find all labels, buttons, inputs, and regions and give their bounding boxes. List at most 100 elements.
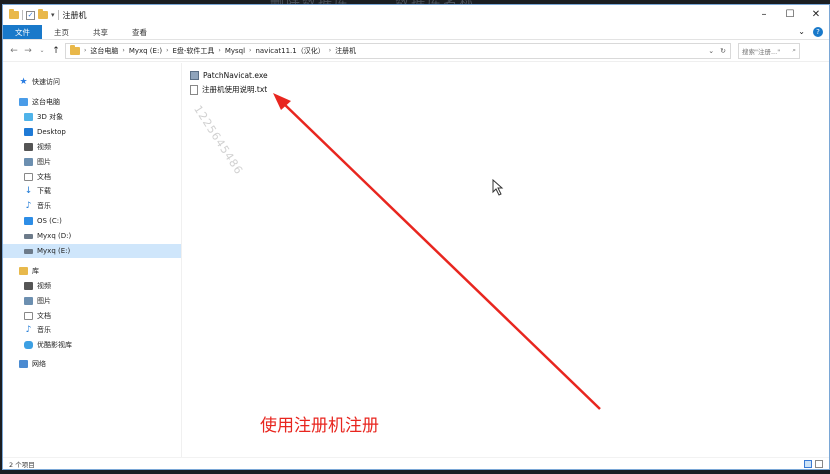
breadcrumb-this-pc[interactable]: 这台电脑 xyxy=(90,46,118,56)
folder-icon xyxy=(70,44,80,55)
annotation-caption: 使用注册机注册 xyxy=(260,416,379,436)
nav-lib-videos[interactable]: 视频 xyxy=(3,279,181,293)
drive-icon xyxy=(24,248,33,254)
nav-label: 优酷影视库 xyxy=(37,341,72,349)
nav-drive-d[interactable]: Myxq (D:) xyxy=(3,229,181,243)
nav-3d-objects[interactable]: 3D 对象 xyxy=(3,110,181,124)
nav-label: 这台电脑 xyxy=(32,98,60,106)
maximize-button[interactable]: ☐ xyxy=(777,5,803,25)
nav-pictures[interactable]: 图片 xyxy=(3,155,181,169)
search-input[interactable]: 搜索"注册..." ⌕ xyxy=(738,42,800,59)
breadcrumb-keygen[interactable]: 注册机 xyxy=(335,46,356,56)
new-folder-icon[interactable] xyxy=(38,9,48,19)
nav-youku-library[interactable]: 优酷影视库 xyxy=(3,338,181,352)
breadcrumb-software-tools[interactable]: E盘-软件工具 xyxy=(172,46,214,56)
expand-ribbon-icon[interactable]: ⌄ xyxy=(798,27,805,37)
view-toggles xyxy=(804,460,823,468)
breadcrumb-separator-icon[interactable]: › xyxy=(84,47,86,54)
document-icon xyxy=(24,173,33,181)
nav-label: 音乐 xyxy=(37,326,51,334)
refresh-icon[interactable]: ↻ xyxy=(720,44,726,58)
breadcrumb-drive-e[interactable]: Myxq (E:) xyxy=(129,47,162,55)
download-icon: ↓ xyxy=(24,186,33,196)
address-bar-controls: ⌄ ↻ xyxy=(708,44,726,58)
back-arrow-icon[interactable]: ← xyxy=(9,46,19,56)
nav-label: 视频 xyxy=(37,282,51,290)
mouse-cursor-icon xyxy=(492,179,504,196)
nav-label: 网络 xyxy=(32,360,46,368)
properties-icon[interactable]: ✓ xyxy=(26,10,35,20)
divider xyxy=(57,10,59,20)
nav-quick-access[interactable]: ★ 快速访问 xyxy=(3,75,181,89)
nav-lib-music[interactable]: ♪ 音乐 xyxy=(3,323,181,337)
nav-music[interactable]: ♪ 音乐 xyxy=(3,199,181,213)
document-icon xyxy=(24,312,33,320)
folder-icon xyxy=(9,9,19,19)
picture-icon xyxy=(24,158,33,166)
nav-drive-e[interactable]: Myxq (E:) xyxy=(3,244,181,258)
window-title: 注册机 xyxy=(62,10,87,20)
minimize-button[interactable]: – xyxy=(751,5,777,25)
tab-file[interactable]: 文件 xyxy=(3,25,42,39)
breadcrumb-mysql[interactable]: Mysql xyxy=(225,47,245,55)
divider xyxy=(22,10,23,20)
annotation-arrow xyxy=(273,93,601,410)
recent-locations-icon[interactable]: ⌄ xyxy=(37,47,47,54)
nav-lib-documents[interactable]: 文档 xyxy=(3,309,181,323)
network-icon xyxy=(19,360,28,368)
3d-objects-icon xyxy=(24,113,33,121)
close-button[interactable]: ✕ xyxy=(803,5,829,25)
address-bar[interactable]: › 这台电脑 › Myxq (E:) › E盘-软件工具 › Mysql › n… xyxy=(65,42,731,59)
navigation-pane: ★ 快速访问 这台电脑 3D 对象 Desktop 视频 图片 文档 ↓ 下载 … xyxy=(3,63,181,457)
file-list: PatchNavicat.exe 注册机使用说明.txt 1225645486 … xyxy=(181,63,829,457)
nav-label: 图片 xyxy=(37,297,51,305)
tab-view[interactable]: 查看 xyxy=(120,25,159,39)
breadcrumb-navicat[interactable]: navicat11.1（汉化） xyxy=(255,46,324,56)
status-bar: 2 个项目 xyxy=(3,457,829,470)
nav-videos[interactable]: 视频 xyxy=(3,140,181,154)
nav-label: 3D 对象 xyxy=(37,113,64,121)
arrow-line xyxy=(282,102,601,410)
nav-drive-c[interactable]: OS (C:) xyxy=(3,214,181,228)
nav-downloads[interactable]: ↓ 下载 xyxy=(3,184,181,198)
tab-home[interactable]: 主页 xyxy=(42,25,81,39)
title-bar: ✓ ▾ 注册机 – ☐ ✕ xyxy=(3,5,829,25)
youku-library-icon xyxy=(24,341,33,349)
nav-this-pc[interactable]: 这台电脑 xyxy=(3,95,181,109)
tab-share[interactable]: 共享 xyxy=(81,25,120,39)
search-placeholder: 搜索"注册..." xyxy=(742,47,781,56)
nav-lib-pictures[interactable]: 图片 xyxy=(3,294,181,308)
nav-label: OS (C:) xyxy=(37,217,62,225)
nav-label: Myxq (E:) xyxy=(37,247,71,255)
help-icon[interactable]: ? xyxy=(813,27,823,37)
customize-toolbar-icon[interactable]: ▾ xyxy=(51,11,55,19)
video-icon xyxy=(24,143,33,151)
nav-documents[interactable]: 文档 xyxy=(3,170,181,184)
forward-arrow-icon[interactable]: → xyxy=(23,46,33,56)
nav-libraries[interactable]: 库 xyxy=(3,264,181,278)
music-icon: ♪ xyxy=(25,325,32,335)
nav-label: 文档 xyxy=(37,173,51,181)
music-icon: ♪ xyxy=(25,201,32,211)
details-view-icon[interactable] xyxy=(804,460,812,468)
quick-access-toolbar: ✓ ▾ xyxy=(3,9,59,20)
large-icons-view-icon[interactable] xyxy=(815,460,823,468)
address-row: ← → ⌄ ↑ › 这台电脑 › Myxq (E:) › E盘-软件工具 › M… xyxy=(3,40,829,62)
breadcrumb-separator-icon[interactable]: › xyxy=(122,47,124,54)
nav-desktop[interactable]: Desktop xyxy=(3,125,181,139)
nav-label: Desktop xyxy=(37,128,66,136)
address-dropdown-icon[interactable]: ⌄ xyxy=(708,44,714,58)
nav-label: 视频 xyxy=(37,143,51,151)
breadcrumb-separator-icon[interactable]: › xyxy=(329,47,331,54)
ribbon-tabs: 文件 主页 共享 查看 ⌄ ? xyxy=(3,25,829,40)
breadcrumb-separator-icon[interactable]: › xyxy=(218,47,220,54)
window-controls: – ☐ ✕ xyxy=(751,5,829,25)
search-icon: ⌕ xyxy=(792,46,796,54)
desktop-icon xyxy=(24,128,33,136)
nav-label: Myxq (D:) xyxy=(37,232,72,240)
nav-network[interactable]: 网络 xyxy=(3,357,181,371)
up-arrow-icon[interactable]: ↑ xyxy=(51,46,61,56)
breadcrumb-separator-icon[interactable]: › xyxy=(166,47,168,54)
os-drive-icon xyxy=(24,217,33,225)
breadcrumb-separator-icon[interactable]: › xyxy=(249,47,251,54)
